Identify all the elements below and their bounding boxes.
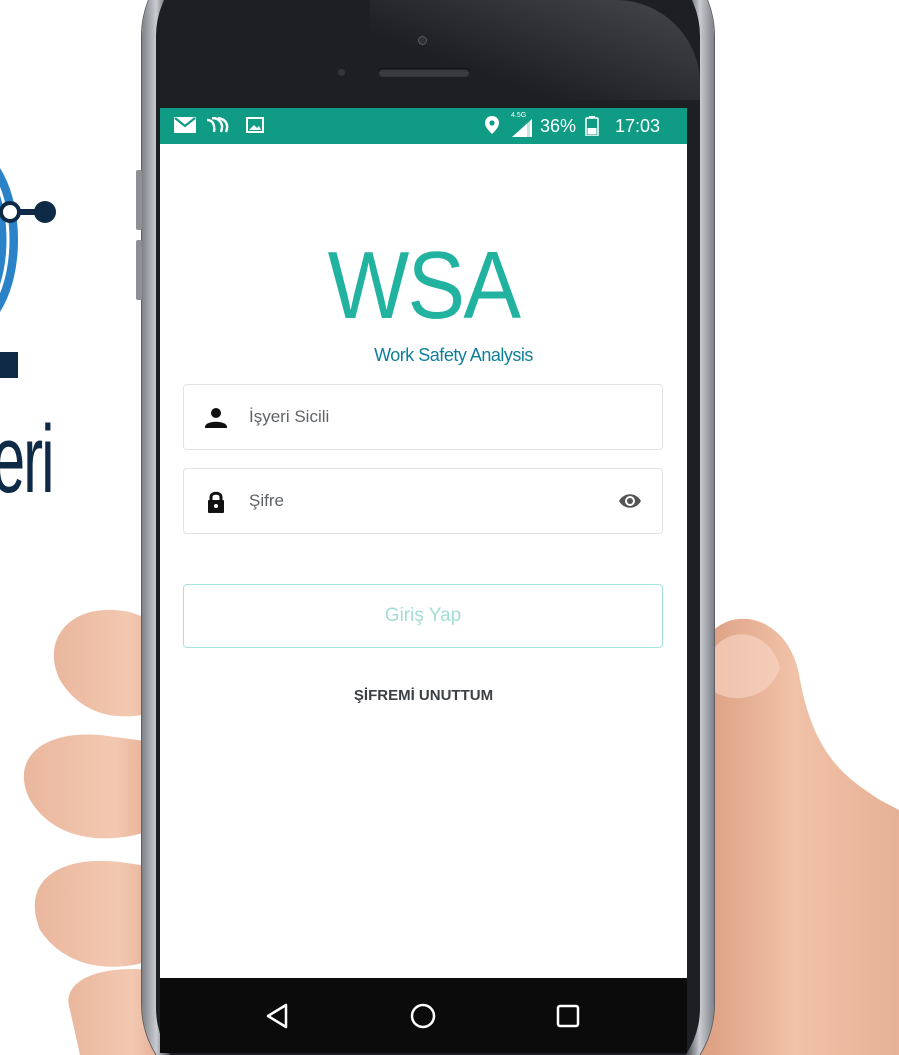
forgot-password-link[interactable]: ŞİFREMİ UNUTTUM: [160, 686, 687, 706]
back-icon[interactable]: [260, 998, 296, 1034]
android-nav-bar: [160, 978, 687, 1053]
phone-side-button: [136, 240, 142, 300]
earpiece-speaker: [378, 68, 470, 77]
app-logo-subtitle: Work Safety Analysis: [374, 345, 533, 365]
password-field[interactable]: [183, 468, 663, 534]
status-bar: 4.5G 36% 17:03: [160, 108, 687, 144]
username-field[interactable]: [183, 384, 663, 450]
battery-percent: 36%: [540, 116, 577, 136]
status-time: 17:03: [615, 116, 661, 136]
battery-icon: [585, 116, 599, 136]
user-icon: [205, 408, 227, 428]
image-icon: [246, 117, 264, 133]
eye-icon[interactable]: [618, 491, 642, 511]
recents-icon[interactable]: [550, 998, 586, 1034]
password-input[interactable]: [249, 488, 589, 514]
proximity-sensor: [338, 69, 345, 76]
home-icon[interactable]: [405, 998, 441, 1034]
phone-side-button: [136, 170, 142, 230]
location-icon: [485, 116, 499, 134]
phone-glare: [370, 0, 700, 100]
app-logo-title: WSA: [327, 232, 521, 339]
username-input[interactable]: [249, 404, 589, 430]
mail-icon: [174, 117, 196, 133]
phone-screen: 4.5G 36% 17:03 WSA Work Safety Analysis: [160, 108, 687, 1053]
photo-scene: eri: [0, 0, 899, 1055]
front-camera: [418, 36, 427, 45]
cast-icon: [206, 117, 229, 133]
lock-icon: [208, 491, 224, 513]
signal-icon: [512, 119, 532, 137]
login-button[interactable]: Giriş Yap: [183, 584, 663, 648]
